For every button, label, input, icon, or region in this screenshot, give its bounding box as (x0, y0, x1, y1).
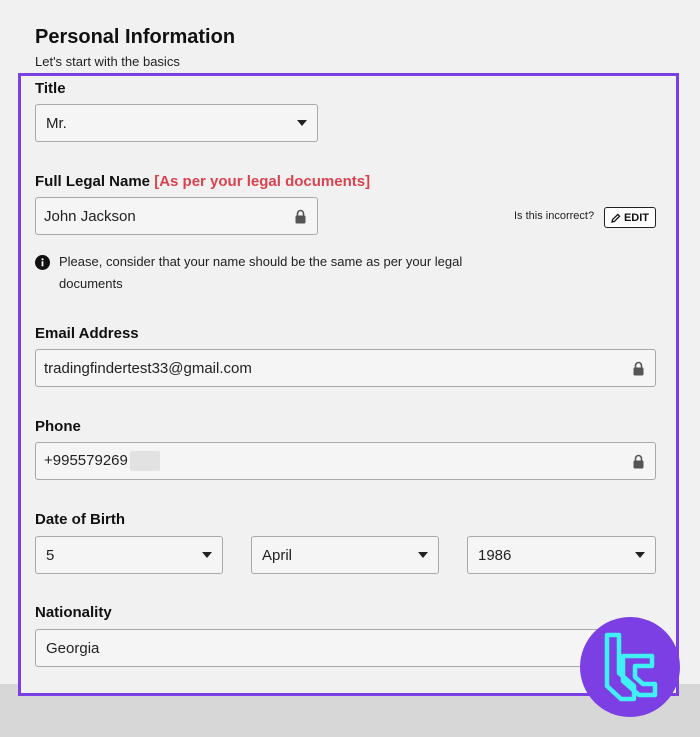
phone-label: Phone (35, 418, 81, 435)
dob-label: Date of Birth (35, 511, 125, 528)
chevron-down-icon (635, 552, 645, 558)
page-subtitle: Let's start with the basics (35, 54, 180, 69)
chevron-down-icon (297, 120, 307, 126)
dob-month-select[interactable]: April (251, 536, 439, 574)
pencil-icon (611, 212, 621, 223)
dob-month-value: April (262, 546, 293, 564)
lock-icon (633, 361, 644, 375)
dob-day-select[interactable]: 5 (35, 536, 223, 574)
lock-icon (295, 209, 306, 223)
edit-button-label: EDIT (623, 211, 650, 224)
chevron-down-icon (202, 552, 212, 558)
title-select-value: Mr. (46, 114, 67, 132)
email-label: Email Address (35, 325, 139, 342)
page-title: Personal Information (35, 26, 236, 48)
full-name-label-text: Full Legal Name (35, 173, 151, 190)
full-name-label: Full Legal Name [As per your legal docum… (35, 173, 370, 190)
dob-day-value: 5 (46, 546, 55, 564)
title-label: Title (35, 80, 66, 97)
name-incorrect-prompt: Is this incorrect? (514, 210, 595, 222)
dob-year-value: 1986 (478, 546, 512, 564)
title-select[interactable]: Mr. (35, 104, 318, 142)
info-icon (35, 255, 50, 270)
full-name-required-note: [As per your legal documents] (154, 173, 371, 190)
edit-name-button[interactable]: EDIT (604, 207, 656, 228)
email-value: tradingfindertest33@gmail.com (44, 359, 252, 377)
phone-redacted-digits (129, 451, 160, 471)
phone-field[interactable]: +995579269 (35, 442, 656, 480)
nationality-label: Nationality (35, 604, 112, 621)
nationality-value: Georgia (46, 639, 100, 657)
email-field[interactable]: tradingfindertest33@gmail.com (35, 349, 656, 387)
phone-value: +995579269 (44, 451, 128, 469)
full-name-field[interactable]: John Jackson (35, 197, 318, 235)
chevron-down-icon (418, 552, 428, 558)
dob-year-select[interactable]: 1986 (467, 536, 656, 574)
brand-logo-icon (580, 617, 680, 717)
nationality-select[interactable]: Georgia (35, 629, 656, 667)
full-name-value: John Jackson (44, 207, 136, 225)
phone-value-wrap: +995579269 (44, 451, 632, 471)
name-info-text: Please, consider that your name should b… (59, 254, 463, 291)
lock-icon (633, 454, 644, 468)
